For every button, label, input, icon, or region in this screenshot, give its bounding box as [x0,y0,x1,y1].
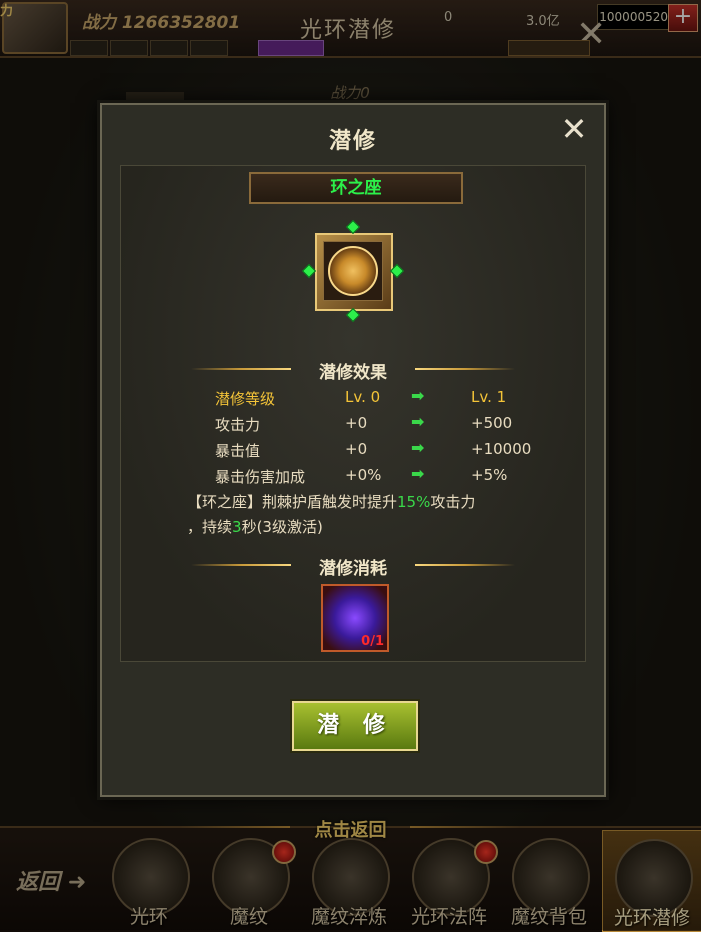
arrow-right-icon: ➡ [411,438,425,457]
stat-to: +500 [471,414,513,432]
stat-row: 潜修等级 Lv. 0 ➡ Lv. 1 [215,386,555,412]
arrow-right-icon: ➡ [411,386,425,405]
stat-name: 暴击伤害加成 [215,468,306,486]
effect-title: 潜修效果 [319,363,387,383]
ring-icon [328,246,378,296]
stat-from: +0% [345,466,382,484]
close-icon[interactable]: ✕ [558,113,590,145]
desc-text: 【环之座】荆棘护盾触发时提升 [187,493,398,511]
dialog-content: 环之座 潜修效果 潜修等级 Lv. 0 ➡ Lv. 1 攻击力 +0 ➡ +50… [120,165,586,662]
stat-to: +5% [471,466,508,484]
effect-description: 【环之座】荆棘护盾触发时提升15%攻击力 ，持续3秒(3级激活) [187,490,527,540]
stat-to: +10000 [471,440,532,458]
gem-icon [301,263,317,279]
cost-title: 潜修消耗 [319,559,387,579]
stat-name: 暴击值 [215,442,261,460]
stat-row: 暴击伤害加成 +0% ➡ +5% [215,464,555,490]
desc-text: ，持续 [187,518,233,536]
stat-name: 攻击力 [215,416,261,434]
stat-from: +0 [345,414,368,432]
cost-count: 0/1 [361,634,384,649]
desc-highlight: 3 [232,518,242,536]
stat-from: Lv. 0 [345,388,381,406]
arrow-right-icon: ➡ [411,412,425,431]
item-icon[interactable] [301,219,405,323]
stat-row: 暴击值 +0 ➡ +10000 [215,438,555,464]
desc-text: 秒(3级激活) [241,518,323,536]
gem-icon [345,219,361,235]
cost-item-slot[interactable]: 0/1 [321,584,389,652]
stat-from: +0 [345,440,368,458]
stats-table: 潜修等级 Lv. 0 ➡ Lv. 1 攻击力 +0 ➡ +500 暴击值 +0 … [215,386,555,490]
desc-highlight: 15% [397,493,431,511]
dialog-title: 潜修 [328,129,377,154]
item-name: 环之座 [249,172,463,204]
qianxiu-button[interactable]: 潜 修 [292,701,418,751]
qianxiu-dialog: 潜修 ✕ 环之座 潜修效果 潜修等级 Lv. 0 ➡ Lv. 1 攻击力 +0 [100,103,606,797]
stat-name: 潜修等级 [215,390,276,408]
stat-row: 攻击力 +0 ➡ +500 [215,412,555,438]
arrow-right-icon: ➡ [411,464,425,483]
desc-text: 攻击力 [430,493,476,511]
stat-to: Lv. 1 [471,388,507,406]
